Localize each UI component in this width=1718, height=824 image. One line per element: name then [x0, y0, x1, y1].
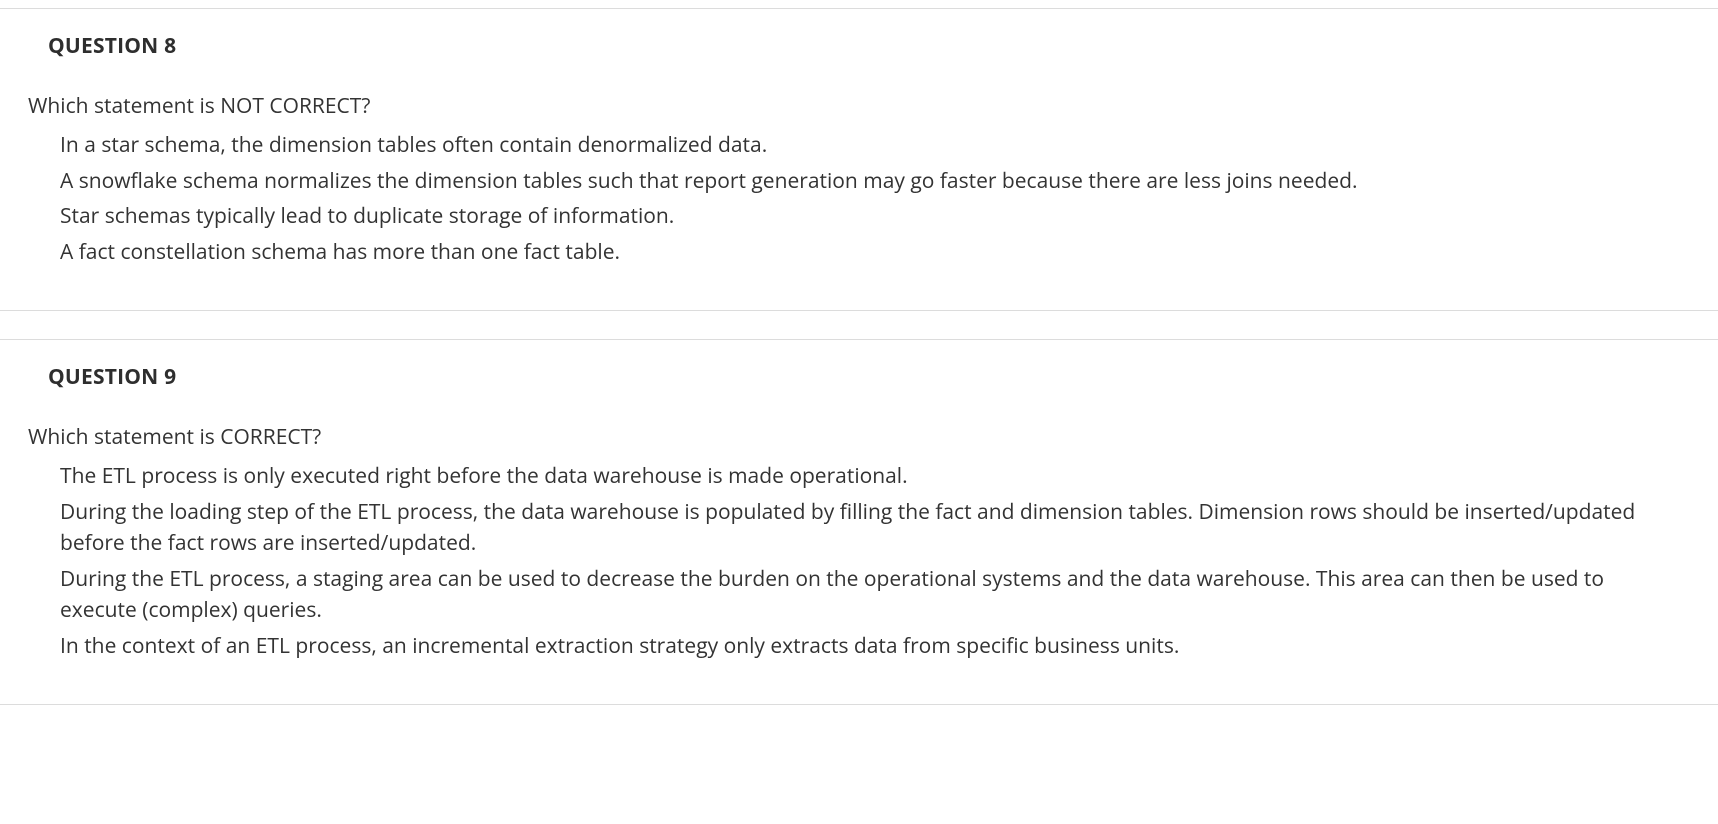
answer-option[interactable]: The ETL process is only executed right b… — [60, 459, 1670, 495]
question-header: QUESTION 9 — [0, 362, 1718, 394]
answer-option[interactable]: During the loading step of the ETL proce… — [60, 495, 1670, 562]
question-block: QUESTION 9 Which statement is CORRECT? T… — [0, 339, 1718, 705]
question-block: QUESTION 8 Which statement is NOT CORREC… — [0, 8, 1718, 311]
answer-option[interactable]: Star schemas typically lead to duplicate… — [60, 199, 1670, 235]
page: QUESTION 8 Which statement is NOT CORREC… — [0, 8, 1718, 705]
question-prompt: Which statement is NOT CORRECT? — [0, 91, 1718, 123]
answer-option[interactable]: In a star schema, the dimension tables o… — [60, 128, 1670, 164]
answer-option[interactable]: A snowflake schema normalizes the dimens… — [60, 164, 1670, 200]
question-prompt: Which statement is CORRECT? — [0, 422, 1718, 454]
answer-list: In a star schema, the dimension tables o… — [0, 128, 1718, 270]
answer-list: The ETL process is only executed right b… — [0, 459, 1718, 664]
answer-option[interactable]: A fact constellation schema has more tha… — [60, 235, 1670, 271]
answer-option[interactable]: During the ETL process, a staging area c… — [60, 562, 1670, 629]
answer-option[interactable]: In the context of an ETL process, an inc… — [60, 629, 1670, 665]
question-header: QUESTION 8 — [0, 31, 1718, 63]
